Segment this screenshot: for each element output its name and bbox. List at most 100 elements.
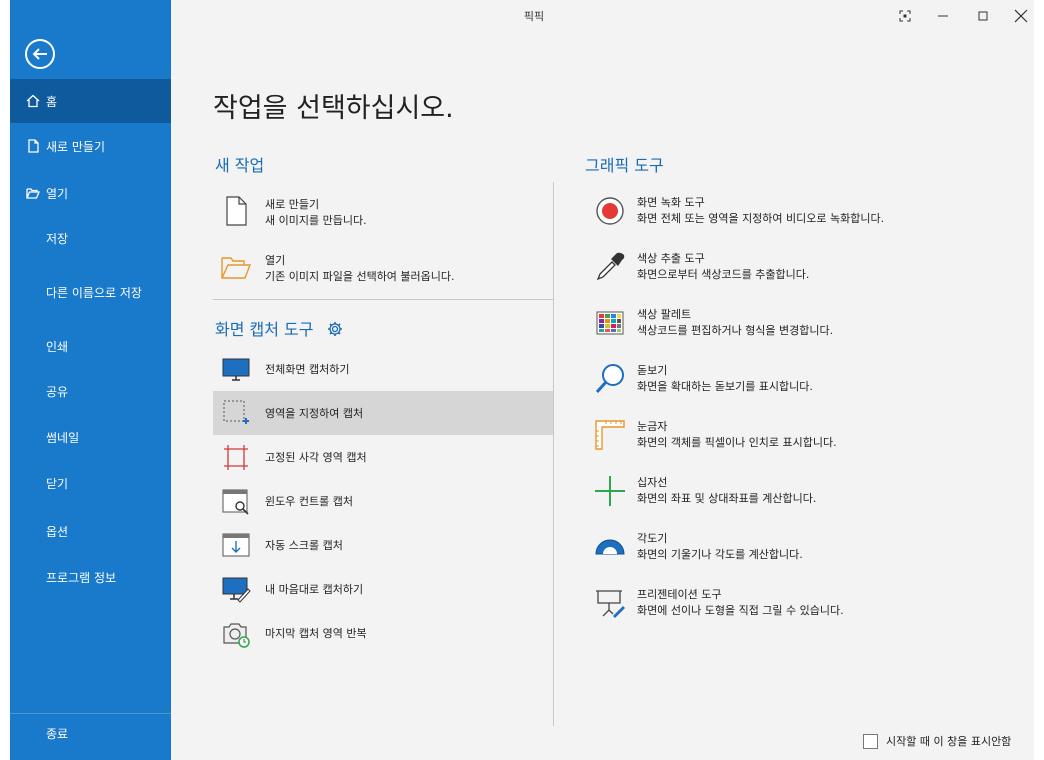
back-arrow-icon <box>25 39 55 69</box>
magnifier-icon <box>595 364 624 394</box>
folder-open-icon <box>26 188 40 199</box>
close-icon <box>1014 9 1028 23</box>
tool-title: 색상 팔레트 <box>637 308 692 321</box>
home-icon <box>26 94 40 108</box>
column-divider <box>553 182 554 726</box>
tool-presentation[interactable]: 프리젠테이션 도구 화면에 선이나 도형을 직접 그릴 수 있습니다. <box>585 578 1015 628</box>
crosshair-icon <box>595 476 625 506</box>
capture-fixed-region[interactable]: 고정된 사각 영역 캡처 <box>213 435 553 479</box>
capture-window-control[interactable]: 윈도우 컨트롤 캡처 <box>213 479 553 523</box>
sidebar-item-open[interactable]: 열기 <box>10 171 171 215</box>
capture-region[interactable]: 영역을 지정하여 캡처 <box>213 391 553 435</box>
folder-open-icon <box>221 257 252 279</box>
graphic-tools-section-title: 그래픽 도구 <box>585 156 664 175</box>
monitor-icon <box>222 358 250 381</box>
sidebar-item-thumbnail[interactable]: 썸네일 <box>10 415 171 459</box>
palette-grid-icon <box>596 311 624 335</box>
window-title: 픽픽 <box>523 10 545 23</box>
sidebar-item-exit[interactable]: 종료 <box>10 711 171 755</box>
tool-magnifier[interactable]: 돋보기 화면을 확대하는 돋보기를 표시합니다. <box>585 354 1015 404</box>
close-button[interactable] <box>1009 6 1033 26</box>
tool-description: 화면으로부터 색상코드를 추출합니다. <box>637 268 810 281</box>
sidebar-item-label: 열기 <box>46 186 69 201</box>
back-button[interactable] <box>24 38 56 70</box>
new-image-item[interactable]: 새로 만들기 새 이미지를 만듭니다. <box>213 186 553 238</box>
capture-freehand[interactable]: 내 마음대로 캡처하기 <box>213 567 553 611</box>
sidebar-item-label: 썸네일 <box>46 430 80 445</box>
tool-description: 화면을 확대하는 돋보기를 표시합니다. <box>637 380 813 393</box>
maximize-button[interactable] <box>971 6 995 26</box>
capture-repeat-last[interactable]: 마지막 캡처 영역 반복 <box>213 611 553 655</box>
capture-label: 전체화면 캡처하기 <box>265 363 350 376</box>
sidebar-item-options[interactable]: 옵션 <box>10 509 171 553</box>
tool-title: 각도기 <box>637 532 668 545</box>
sidebar-item-new[interactable]: 새로 만들기 <box>10 124 171 168</box>
fullscreen-button[interactable] <box>893 6 917 26</box>
minimize-button[interactable] <box>931 6 955 26</box>
capture-auto-scroll[interactable]: 자동 스크롤 캡처 <box>213 523 553 567</box>
sidebar-item-label: 닫기 <box>46 476 69 491</box>
tool-title: 눈금자 <box>637 420 668 433</box>
sidebar-item-home[interactable]: 홈 <box>10 79 171 123</box>
tool-description: 색상코드를 편집하거나 형식을 변경합니다. <box>637 324 834 337</box>
tool-description: 화면 전체 또는 영역을 지정하여 비디오로 녹화합니다. <box>637 212 885 225</box>
tool-title: 화면 녹화 도구 <box>637 196 705 209</box>
tool-description: 화면에 선이나 도형을 직접 그릴 수 있습니다. <box>637 604 844 617</box>
dont-show-on-startup-checkbox[interactable]: 시작할 때 이 창을 표시안함 <box>863 733 1011 749</box>
window-search-icon <box>222 489 249 515</box>
sidebar-item-save[interactable]: 저장 <box>10 216 171 260</box>
sidebar-item-label: 저장 <box>46 231 69 246</box>
section-divider <box>213 299 553 300</box>
tool-title: 돋보기 <box>637 364 668 377</box>
tool-screen-recorder[interactable]: 화면 녹화 도구 화면 전체 또는 영역을 지정하여 비디오로 녹화합니다. <box>585 186 1015 236</box>
sidebar-item-label: 인쇄 <box>46 339 69 354</box>
tool-title: 십자선 <box>637 476 668 489</box>
gear-icon[interactable] <box>327 321 343 337</box>
sidebar-item-print[interactable]: 인쇄 <box>10 324 171 368</box>
checkbox-box[interactable] <box>863 733 878 749</box>
title-bar: 픽픽 <box>171 0 1034 32</box>
sidebar-item-close[interactable]: 닫기 <box>10 461 171 505</box>
tool-crosshair[interactable]: 십자선 화면의 좌표 및 상대좌표를 계산합니다. <box>585 466 1015 516</box>
protractor-icon <box>595 539 625 555</box>
new-file-icon <box>28 139 39 153</box>
minimize-icon <box>938 15 948 17</box>
capture-section-label: 화면 캡처 도구 <box>215 320 314 339</box>
fullscreen-icon <box>899 10 911 22</box>
tool-color-palette[interactable]: 색상 팔레트 색상코드를 편집하거나 형식을 변경합니다. <box>585 298 1015 348</box>
tool-description: 화면의 좌표 및 상대좌표를 계산합니다. <box>637 492 817 505</box>
tool-color-picker[interactable]: 색상 추출 도구 화면으로부터 색상코드를 추출합니다. <box>585 242 1015 292</box>
capture-label: 내 마음대로 캡처하기 <box>265 583 364 596</box>
scroll-down-icon <box>222 533 250 557</box>
capture-fullscreen[interactable]: 전체화면 캡처하기 <box>213 347 553 391</box>
new-task-section-title: 새 작업 <box>215 156 265 175</box>
capture-label: 영역을 지정하여 캡처 <box>265 407 364 420</box>
capture-section-title: 화면 캡처 도구 <box>215 316 343 340</box>
sidebar-item-label: 다른 이름으로 저장 <box>46 285 142 300</box>
sidebar-item-label: 프로그램 정보 <box>46 570 117 585</box>
item-description: 기존 이미지 파일을 선택하여 불러옵니다. <box>265 270 455 283</box>
presentation-board-icon <box>596 590 625 618</box>
tool-protractor[interactable]: 각도기 화면의 기울기나 각도를 계산합니다. <box>585 522 1015 572</box>
fixed-region-icon <box>224 445 248 470</box>
tool-title: 색상 추출 도구 <box>637 252 705 265</box>
sidebar-item-label: 새로 만들기 <box>46 139 106 154</box>
sidebar-item-share[interactable]: 공유 <box>10 369 171 413</box>
sidebar: 홈 새로 만들기 열기 저장 다른 이름으로 저장 인쇄 공유 썸네일 닫기 옵… <box>10 0 171 760</box>
sidebar-item-save-as[interactable]: 다른 이름으로 저장 <box>10 270 171 314</box>
capture-label: 자동 스크롤 캡처 <box>265 539 343 552</box>
open-image-item[interactable]: 열기 기존 이미지 파일을 선택하여 불러옵니다. <box>213 242 553 294</box>
main-panel: 픽픽 작업을 선택하십시오. 새 작업 그래픽 도구 새로 만들기 새 이미지를… <box>171 0 1034 760</box>
sidebar-item-label: 옵션 <box>46 524 69 539</box>
tool-ruler[interactable]: 눈금자 화면의 객체를 픽셀이나 인치로 표시합니다. <box>585 410 1015 460</box>
freehand-monitor-icon <box>222 577 251 603</box>
ruler-icon <box>595 420 625 450</box>
maximize-icon <box>978 11 988 21</box>
sidebar-item-label: 공유 <box>46 384 69 399</box>
sidebar-item-label: 종료 <box>46 726 69 741</box>
capture-label: 윈도우 컨트롤 캡처 <box>265 495 353 508</box>
tool-title: 프리젠테이션 도구 <box>637 588 722 601</box>
sidebar-item-about[interactable]: 프로그램 정보 <box>10 555 171 599</box>
page-title: 작업을 선택하십시오. <box>213 93 454 124</box>
capture-label: 고정된 사각 영역 캡처 <box>265 451 367 464</box>
